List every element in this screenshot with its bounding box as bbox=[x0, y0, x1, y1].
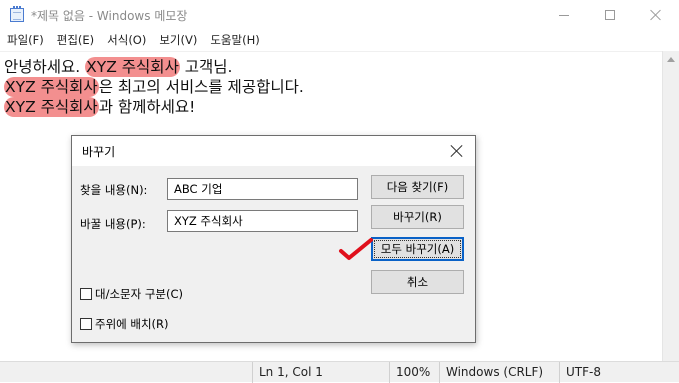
text-segment: 과 함께하세요! bbox=[98, 98, 196, 116]
text-line: 안녕하세요. XYZ 주식회사 고객님. bbox=[4, 55, 232, 77]
text-segment: 고객님. bbox=[179, 58, 233, 76]
text-line: XYZ 주식회사은 최고의 서비스를 제공합니다. bbox=[4, 75, 304, 97]
highlighted-text: XYZ 주식회사 bbox=[4, 97, 99, 117]
close-icon bbox=[650, 9, 662, 21]
replace-all-button[interactable]: 모두 바꾸기(A) bbox=[371, 237, 464, 261]
checkbox-icon bbox=[80, 318, 92, 330]
find-input[interactable]: ABC 기업 bbox=[167, 178, 358, 200]
highlighted-text: XYZ 주식회사 bbox=[85, 57, 180, 77]
find-next-button[interactable]: 다음 찾기(F) bbox=[371, 175, 464, 199]
replace-dialog: 바꾸기 찾을 내용(N): ABC 기업 바꿀 내용(P): XYZ 주식회사 … bbox=[71, 135, 476, 343]
find-label: 찾을 내용(N): bbox=[80, 183, 148, 197]
replace-button[interactable]: 바꾸기(R) bbox=[371, 205, 464, 229]
window-title: *제목 없음 - Windows 메모장 bbox=[31, 9, 188, 23]
maximize-icon bbox=[605, 10, 615, 20]
text-line: XYZ 주식회사과 함께하세요! bbox=[4, 95, 195, 117]
menu-view[interactable]: 보기(V) bbox=[152, 32, 203, 48]
text-segment: 안녕하세요. bbox=[4, 58, 86, 76]
dialog-close-icon[interactable] bbox=[449, 143, 465, 159]
close-button[interactable] bbox=[633, 0, 679, 30]
status-bar: Ln 1, Col 1 100% Windows (CRLF) UTF-8 bbox=[0, 361, 679, 383]
wrap-around-label: 주위에 배치(R) bbox=[95, 317, 169, 331]
match-case-checkbox[interactable]: 대/소문자 구분(C) bbox=[80, 286, 183, 302]
notepad-icon bbox=[10, 6, 24, 22]
match-case-label: 대/소문자 구분(C) bbox=[95, 287, 184, 301]
menu-bar: 파일(F) 편집(E) 서식(O) 보기(V) 도움말(H) bbox=[0, 30, 679, 50]
menu-format[interactable]: 서식(O) bbox=[100, 32, 152, 48]
highlighted-text: XYZ 주식회사 bbox=[4, 77, 99, 97]
focus-ring bbox=[374, 240, 461, 258]
minimize-button[interactable] bbox=[541, 0, 587, 30]
menu-help[interactable]: 도움말(H) bbox=[203, 32, 265, 48]
replace-label: 바꿀 내용(P): bbox=[80, 217, 146, 231]
encoding: UTF-8 bbox=[559, 362, 679, 383]
line-ending: Windows (CRLF) bbox=[439, 362, 557, 383]
zoom-level: 100% bbox=[389, 362, 437, 383]
cursor-position: Ln 1, Col 1 bbox=[252, 362, 387, 383]
wrap-around-checkbox[interactable]: 주위에 배치(R) bbox=[80, 316, 169, 332]
dialog-titlebar: 바꾸기 bbox=[72, 136, 475, 166]
checkbox-icon bbox=[80, 288, 92, 300]
vertical-scrollbar[interactable] bbox=[662, 51, 679, 361]
menu-file[interactable]: 파일(F) bbox=[0, 32, 50, 48]
red-checkmark-icon bbox=[339, 238, 373, 260]
cancel-button[interactable]: 취소 bbox=[371, 270, 464, 294]
dialog-title: 바꾸기 bbox=[82, 145, 116, 159]
scroll-up-icon[interactable] bbox=[667, 57, 675, 62]
minimize-icon bbox=[559, 15, 569, 16]
window-titlebar: *제목 없음 - Windows 메모장 bbox=[0, 0, 679, 30]
text-segment: 은 최고의 서비스를 제공합니다. bbox=[98, 78, 304, 96]
menu-edit[interactable]: 편집(E) bbox=[50, 32, 100, 48]
replace-input[interactable]: XYZ 주식회사 bbox=[167, 210, 358, 232]
maximize-button[interactable] bbox=[587, 0, 633, 30]
